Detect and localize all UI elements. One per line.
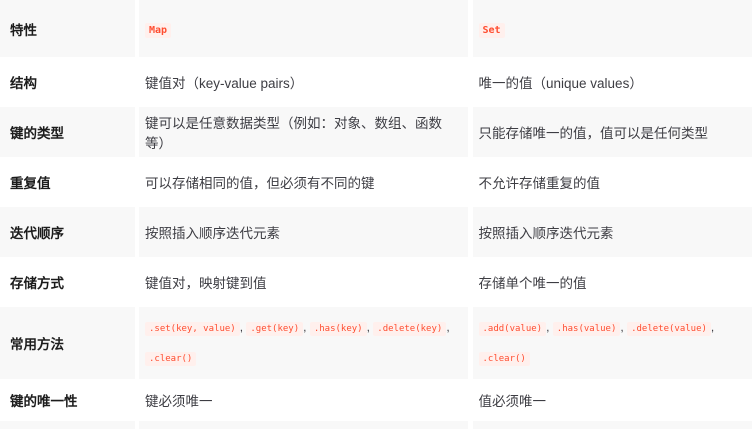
column-header-set: Set <box>470 0 752 57</box>
cell-text: , <box>446 320 449 334</box>
inline-code: .add(value) <box>479 322 547 336</box>
column-header-map: Map <box>137 0 470 57</box>
cell-text: 值必须唯一 <box>479 394 547 409</box>
map-code-label: Map <box>145 23 171 38</box>
inline-code: .delete(key) <box>373 322 446 336</box>
inline-code: .get(key) <box>246 322 303 336</box>
inline-code: .has(value) <box>553 322 621 336</box>
cell-text: , <box>711 320 714 334</box>
table-row: 结构键值对（key-value pairs） 唯一的值（unique values… <box>0 57 752 107</box>
map-cell: 可以存储相同的值，但必须有不同的键 <box>137 157 470 207</box>
inline-code: .set(key, value) <box>145 322 240 336</box>
set-cell: 按照插入顺序迭代元素 <box>470 207 752 257</box>
table-row: 迭代顺序按照插入顺序迭代元素按照插入顺序迭代元素 <box>0 207 752 257</box>
inline-code: .clear() <box>145 352 196 366</box>
cell-text: 键值对（key-value pairs） <box>145 76 303 91</box>
inline-code: .delete(value) <box>627 322 711 336</box>
inline-code: .clear() <box>479 352 530 366</box>
cell-text: 可以存储相同的值，但必须有不同的键 <box>145 176 375 191</box>
feature-label: 存储方式 <box>0 257 137 307</box>
article-table-container: 特性 Map Set 结构键值对（key-value pairs） 唯一的值（un… <box>0 0 752 429</box>
set-code-label: Set <box>479 23 505 38</box>
map-cell: 键值对，映射键到值 <box>137 257 470 307</box>
cell-text: 键值对，映射键到值 <box>145 276 267 291</box>
set-cell: 不允许存储重复的值 <box>470 157 752 207</box>
feature-label: 常用方法 <box>0 307 137 379</box>
table-header-row: 特性 Map Set <box>0 0 752 57</box>
set-cell: 值必须唯一 <box>470 379 752 421</box>
table-row-partial <box>0 421 752 429</box>
empty-cell <box>470 421 752 429</box>
cell-text: , <box>303 320 310 334</box>
cell-text: 存储单个唯一的值 <box>479 276 587 291</box>
cell-text: 键必须唯一 <box>145 394 213 409</box>
feature-label: 结构 <box>0 57 137 107</box>
cell-text: , <box>546 320 553 334</box>
map-set-comparison-table: 特性 Map Set 结构键值对（key-value pairs） 唯一的值（un… <box>0 0 752 429</box>
cell-text: 不允许存储重复的值 <box>479 176 601 191</box>
table-row: 存储方式键值对，映射键到值 存储单个唯一的值 <box>0 257 752 307</box>
map-cell: 键可以是任意数据类型（例如：对象、数组、函数等） <box>137 107 470 157</box>
table-body: 结构键值对（key-value pairs） 唯一的值（unique values… <box>0 57 752 429</box>
cell-text: 按照插入顺序迭代元素 <box>479 226 614 241</box>
column-header-feature: 特性 <box>0 0 137 57</box>
set-cell: .add(value), .has(value), .delete(value)… <box>470 307 752 379</box>
table-row: 键的类型键可以是任意数据类型（例如：对象、数组、函数等） 只能存储唯一的值，值可以… <box>0 107 752 157</box>
table-row: 键的唯一性键必须唯一 值必须唯一 <box>0 379 752 421</box>
set-cell: 唯一的值（unique values） <box>470 57 752 107</box>
cell-text: 只能存储唯一的值，值可以是任何类型 <box>479 126 709 141</box>
cell-text: 键可以是任意数据类型（例如：对象、数组、函数等） <box>145 116 442 151</box>
map-cell: .set(key, value), .get(key), .has(key), … <box>137 307 470 379</box>
feature-label: 迭代顺序 <box>0 207 137 257</box>
inline-code: .has(key) <box>310 322 367 336</box>
empty-cell <box>137 421 470 429</box>
set-cell: 存储单个唯一的值 <box>470 257 752 307</box>
cell-text: 唯一的值（unique values） <box>479 76 643 91</box>
set-cell: 只能存储唯一的值，值可以是任何类型 <box>470 107 752 157</box>
feature-label: 键的类型 <box>0 107 137 157</box>
feature-label: 键的唯一性 <box>0 379 137 421</box>
feature-label: 重复值 <box>0 157 137 207</box>
map-cell: 按照插入顺序迭代元素 <box>137 207 470 257</box>
map-cell: 键必须唯一 <box>137 379 470 421</box>
map-cell: 键值对（key-value pairs） <box>137 57 470 107</box>
cell-text: 按照插入顺序迭代元素 <box>145 226 280 241</box>
table-row: 常用方法.set(key, value), .get(key), .has(ke… <box>0 307 752 379</box>
table-row: 重复值可以存储相同的值，但必须有不同的键 不允许存储重复的值 <box>0 157 752 207</box>
empty-cell <box>0 421 137 429</box>
